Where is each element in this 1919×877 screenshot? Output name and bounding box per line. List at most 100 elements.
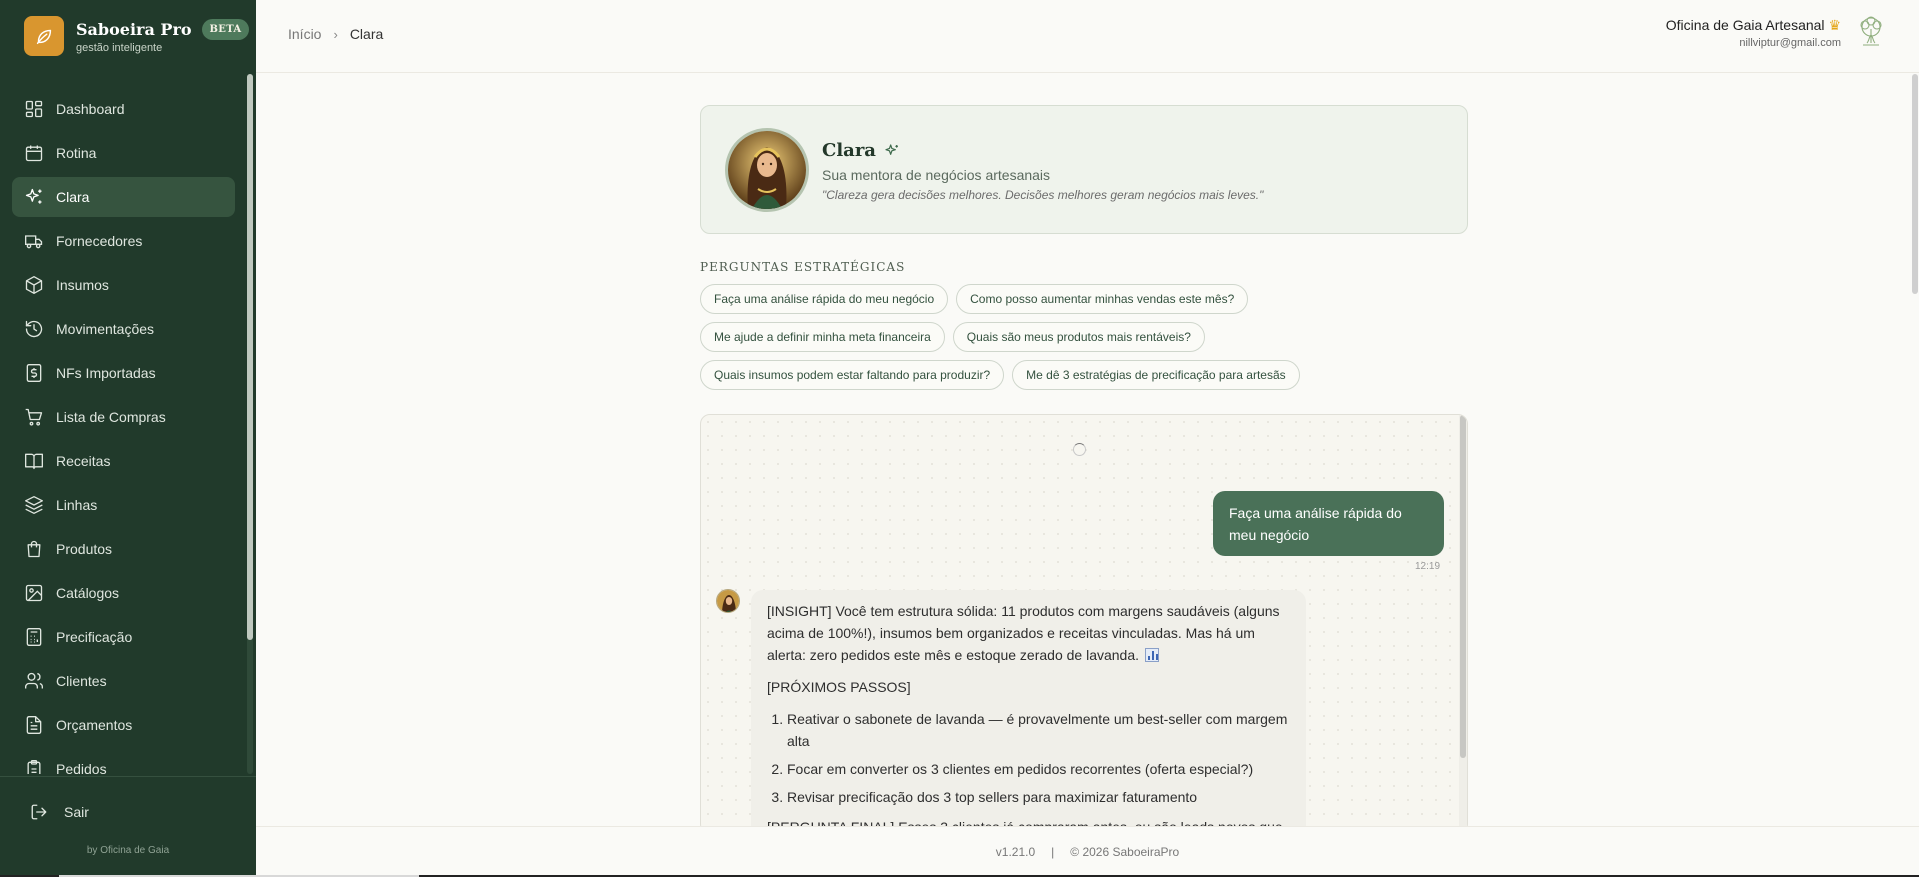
sidebar-item-label: NFs Importadas bbox=[56, 365, 156, 381]
insight-text: [INSIGHT] Você tem estrutura sólida: 11 … bbox=[767, 603, 1280, 663]
breadcrumb-current: Clara bbox=[349, 26, 384, 42]
app-version: v1.21.0 bbox=[995, 845, 1036, 859]
copyright: © 2026 SaboeiraPro bbox=[1070, 845, 1180, 859]
question-chip[interactable]: Quais insumos podem estar faltando para … bbox=[700, 360, 1005, 390]
sidebar-item-label: Pedidos bbox=[56, 761, 107, 774]
history-icon bbox=[25, 320, 43, 338]
brand[interactable]: Saboeira Pro BETA gestão inteligente bbox=[24, 16, 250, 56]
sidebar-item-orcamentos[interactable]: Orçamentos bbox=[12, 705, 235, 745]
sidebar-item-receitas[interactable]: Receitas bbox=[12, 441, 235, 481]
chat-scrollbar[interactable] bbox=[1459, 415, 1467, 833]
user-message-bubble: Faça uma análise rápida do meu negócio bbox=[1213, 491, 1444, 556]
top-header: Início › Clara Oficina de Gaia Artesanal… bbox=[256, 0, 1919, 73]
list-item: Revisar precificação dos 3 top sellers p… bbox=[787, 786, 1290, 808]
brand-subtitle: gestão inteligente bbox=[76, 41, 163, 54]
image-icon bbox=[25, 584, 43, 602]
chat-scroll-thumb[interactable] bbox=[1460, 415, 1466, 758]
calculator-icon bbox=[26, 628, 42, 646]
sidebar-item-lista-de-compras[interactable]: Lista de Compras bbox=[12, 397, 235, 437]
footer-separator: | bbox=[1051, 845, 1055, 859]
receipt-icon bbox=[26, 364, 42, 382]
sidebar-item-label: Linhas bbox=[56, 497, 98, 513]
logout-icon bbox=[31, 804, 47, 820]
byline: by Oficina de Gaia bbox=[86, 845, 170, 856]
shopping-bag-icon bbox=[27, 540, 41, 558]
clipboard-icon bbox=[27, 760, 41, 774]
cart-icon bbox=[25, 408, 43, 426]
sidebar-item-label: Fornecedores bbox=[56, 233, 143, 249]
clara-avatar bbox=[725, 128, 809, 212]
sidebar-scrollbar[interactable] bbox=[247, 74, 253, 774]
sparkles-icon bbox=[25, 188, 42, 204]
sidebar-item-fornecedores[interactable]: Fornecedores bbox=[12, 221, 235, 261]
sidebar-item-rotina[interactable]: Rotina bbox=[12, 133, 235, 173]
clara-profile-card: Clara Sua mentora de negócios artesanais… bbox=[700, 105, 1468, 234]
package-icon bbox=[25, 276, 43, 294]
truck-icon bbox=[25, 235, 43, 249]
breadcrumb-home-link[interactable]: Início bbox=[288, 26, 321, 42]
sidebar-item-clientes[interactable]: Clientes bbox=[12, 661, 235, 701]
sidebar-item-linhas[interactable]: Linhas bbox=[12, 485, 235, 525]
chevron-right-icon: › bbox=[333, 26, 338, 42]
question-chip[interactable]: Me ajude a definir minha meta financeira bbox=[700, 322, 945, 352]
list-item: Focar em converter os 3 clientes em pedi… bbox=[787, 758, 1290, 780]
list-item: Reativar o sabonete de lavanda — é prova… bbox=[787, 708, 1290, 752]
sidebar-item-label: Movimentações bbox=[56, 321, 155, 337]
question-chip[interactable]: Quais são meus produtos mais rentáveis? bbox=[952, 322, 1205, 352]
clara-name: Clara bbox=[822, 140, 876, 161]
sidebar-item-label: Clara bbox=[56, 189, 90, 205]
chat-panel[interactable]: Faça uma análise rápida do meu negócio 1… bbox=[700, 414, 1468, 834]
sidebar-item-label: Lista de Compras bbox=[56, 409, 166, 425]
sidebar-item-label: Rotina bbox=[56, 145, 97, 161]
sidebar-item-label: Insumos bbox=[56, 277, 109, 293]
sidebar-item-catalogos[interactable]: Catálogos bbox=[12, 573, 235, 613]
page-footer: v1.21.0 | © 2026 SaboeiraPro bbox=[256, 826, 1919, 877]
sidebar-item-movimentacoes[interactable]: Movimentações bbox=[12, 309, 235, 349]
sidebar-item-label: Orçamentos bbox=[56, 717, 133, 733]
message-timestamp: 12:19 bbox=[1415, 561, 1441, 572]
breadcrumb: Início › Clara bbox=[288, 26, 383, 42]
sidebar-item-label: Dashboard bbox=[56, 101, 125, 117]
question-chip[interactable]: Me dê 3 estratégias de precificação para… bbox=[1012, 360, 1300, 390]
sidebar-item-clara[interactable]: Clara bbox=[12, 177, 235, 217]
tree-logo-avatar-icon bbox=[1860, 16, 1882, 46]
sidebar-footer: Sair by Oficina de Gaia bbox=[0, 776, 256, 877]
main-scroll-thumb[interactable] bbox=[1912, 74, 1918, 294]
user-org-name: Oficina de Gaia Artesanal bbox=[1665, 17, 1825, 33]
sidebar-item-label: Precificação bbox=[56, 629, 133, 645]
dashboard-icon bbox=[25, 100, 43, 118]
sidebar-item-label: Catálogos bbox=[56, 585, 120, 601]
clara-message-bubble: [INSIGHT] Você tem estrutura sólida: 11 … bbox=[751, 590, 1306, 833]
calendar-icon bbox=[25, 145, 43, 162]
sidebar-item-nfs-importadas[interactable]: NFs Importadas bbox=[12, 353, 235, 393]
logout-button[interactable]: Sair bbox=[30, 803, 89, 821]
clara-quote: "Clareza gera decisões melhores. Decisõe… bbox=[822, 188, 1264, 202]
sidebar-item-precificacao[interactable]: Precificação bbox=[12, 617, 235, 657]
book-icon bbox=[25, 453, 43, 470]
clara-role: Sua mentora de negócios artesanais bbox=[822, 167, 1051, 183]
user-email: nillviptur@gmail.com bbox=[1739, 37, 1841, 49]
file-text-icon bbox=[26, 716, 42, 734]
question-chip[interactable]: Faça uma análise rápida do meu negócio bbox=[700, 284, 949, 314]
sidebar-item-dashboard[interactable]: Dashboard bbox=[12, 89, 235, 129]
sidebar-item-produtos[interactable]: Produtos bbox=[12, 529, 235, 569]
brand-name: Saboeira Pro bbox=[76, 19, 192, 39]
clara-chat-avatar bbox=[716, 589, 740, 613]
next-steps-heading: [PRÓXIMOS PASSOS] bbox=[767, 679, 911, 695]
leaf-logo-icon bbox=[24, 16, 64, 56]
strategic-questions: Faça uma análise rápida do meu negócio C… bbox=[700, 284, 1468, 398]
main-scrollbar[interactable] bbox=[1911, 74, 1919, 826]
sidebar-item-insumos[interactable]: Insumos bbox=[12, 265, 235, 305]
sparkles-icon bbox=[885, 143, 898, 155]
sidebar-nav: Dashboard Rotina Clara Fornecedores Insu… bbox=[12, 89, 235, 774]
next-steps-list: Reativar o sabonete de lavanda — é prova… bbox=[787, 708, 1290, 808]
sidebar: Saboeira Pro BETA gestão inteligente Dash… bbox=[0, 0, 256, 877]
strategic-questions-title: PERGUNTAS ESTRATÉGICAS bbox=[700, 260, 906, 274]
logout-label: Sair bbox=[64, 804, 89, 820]
sidebar-scroll-thumb[interactable] bbox=[247, 74, 253, 640]
sidebar-item-label: Produtos bbox=[56, 541, 113, 557]
sidebar-item-pedidos[interactable]: Pedidos bbox=[12, 749, 235, 774]
loading-spinner-icon bbox=[1073, 443, 1086, 456]
user-menu[interactable]: Oficina de Gaia Artesanal ♛ nillviptur@g… bbox=[1666, 15, 1889, 51]
question-chip[interactable]: Como posso aumentar minhas vendas este m… bbox=[956, 284, 1249, 314]
